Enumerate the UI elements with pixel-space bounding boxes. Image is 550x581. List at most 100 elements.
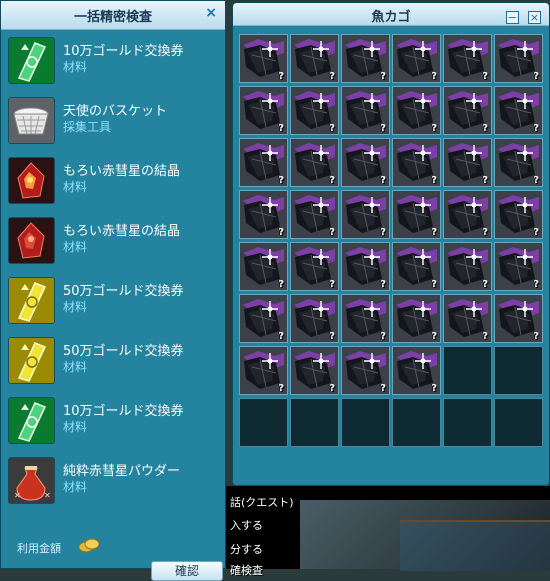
fish-slot[interactable]: ? — [341, 138, 390, 187]
unknown-mark: ? — [482, 331, 488, 342]
unknown-mark: ? — [278, 331, 284, 342]
unknown-mark: ? — [329, 71, 335, 82]
powder-pouch-icon: ✕ ✕ — [8, 457, 55, 504]
fish-slot[interactable]: ? — [494, 242, 543, 291]
fish-slot[interactable]: ? — [392, 346, 441, 395]
fish-slot[interactable]: ? — [239, 138, 288, 187]
item-category: 材料 — [63, 240, 88, 254]
fish-slot[interactable]: ? — [290, 294, 339, 343]
gold-voucher-icon — [8, 277, 55, 324]
fish-slot[interactable]: ? — [392, 86, 441, 135]
fish-slot[interactable]: ? — [239, 294, 288, 343]
fish-slot[interactable]: ? — [443, 190, 492, 239]
fish-slot[interactable]: ? — [494, 86, 543, 135]
fish-slot[interactable]: ? — [494, 34, 543, 83]
unknown-mark: ? — [380, 175, 386, 186]
item-name: 純粋赤彗星パウダー — [63, 464, 181, 479]
fish-slot[interactable]: ? — [494, 138, 543, 187]
minimize-icon[interactable]: − — [505, 11, 519, 24]
close-icon[interactable]: × — [205, 5, 217, 21]
unknown-mark: ? — [482, 71, 488, 82]
unknown-mark: ? — [431, 279, 437, 290]
fish-slot[interactable]: ? — [290, 190, 339, 239]
list-item[interactable]: 10万ゴールド交換券 材料 — [1, 397, 225, 457]
fish-slot[interactable]: ? — [392, 242, 441, 291]
fish-slot[interactable]: ? — [443, 138, 492, 187]
unknown-mark: ? — [533, 279, 539, 290]
unknown-mark: ? — [380, 383, 386, 394]
item-name: もろい赤彗星の結晶 — [63, 224, 181, 239]
fish-slot[interactable]: ? — [341, 86, 390, 135]
red-crystal-icon — [8, 157, 55, 204]
fish-slot[interactable]: ? — [341, 294, 390, 343]
empty-slot[interactable] — [239, 398, 288, 447]
fish-slot[interactable]: ? — [392, 190, 441, 239]
list-item[interactable]: 天使のバスケット 採集工具 — [1, 97, 225, 157]
window-header: 一括精密検査 × — [1, 1, 225, 30]
item-category: 採集工具 — [63, 120, 112, 134]
list-item[interactable]: もろい赤彗星の結晶 材料 — [1, 157, 225, 217]
close-icon[interactable]: × — [528, 11, 541, 24]
fish-slot[interactable]: ? — [239, 242, 288, 291]
unknown-mark: ? — [380, 331, 386, 342]
fish-slot[interactable]: ? — [290, 138, 339, 187]
unknown-mark: ? — [278, 123, 284, 134]
list-item[interactable]: 10万ゴールド交換券 材料 — [1, 37, 225, 97]
fish-slot[interactable]: ? — [290, 34, 339, 83]
item-name: 50万ゴールド交換券 — [63, 344, 184, 359]
fish-slot[interactable]: ? — [443, 294, 492, 343]
unknown-mark: ? — [329, 175, 335, 186]
fish-slot[interactable]: ? — [494, 294, 543, 343]
game-scene-floor — [400, 520, 550, 571]
item-name: 天使のバスケット — [63, 104, 168, 119]
gold-coin-icon — [78, 538, 100, 553]
empty-slot[interactable] — [341, 398, 390, 447]
fish-slot[interactable]: ? — [239, 346, 288, 395]
fish-slot[interactable]: ? — [239, 190, 288, 239]
confirm-button[interactable]: 確認 — [151, 561, 223, 581]
fish-slot[interactable]: ? — [290, 346, 339, 395]
list-item[interactable]: 50万ゴールド交換券 材料 — [1, 277, 225, 337]
fish-slot[interactable]: ? — [494, 190, 543, 239]
chat-line-1: 話(クエスト) — [230, 496, 294, 509]
fish-slot[interactable]: ? — [239, 86, 288, 135]
item-name: 50万ゴールド交換券 — [63, 284, 184, 299]
red-crystal-icon — [8, 217, 55, 264]
fish-slot[interactable]: ? — [341, 190, 390, 239]
unknown-mark: ? — [482, 227, 488, 238]
fish-slot[interactable]: ? — [392, 138, 441, 187]
fish-slot[interactable]: ? — [443, 34, 492, 83]
unknown-mark: ? — [431, 383, 437, 394]
fish-slot[interactable]: ? — [341, 242, 390, 291]
fish-slot[interactable]: ? — [341, 34, 390, 83]
empty-slot[interactable] — [392, 398, 441, 447]
fish-slot[interactable]: ? — [290, 242, 339, 291]
empty-slot[interactable] — [494, 398, 543, 447]
unknown-mark: ? — [278, 383, 284, 394]
fish-slot[interactable]: ? — [392, 34, 441, 83]
fish-slot[interactable]: ? — [443, 242, 492, 291]
unknown-mark: ? — [431, 123, 437, 134]
list-item[interactable]: 50万ゴールド交換券 材料 — [1, 337, 225, 397]
item-category: 材料 — [63, 300, 88, 314]
empty-slot[interactable] — [443, 346, 492, 395]
fish-slot[interactable]: ? — [239, 34, 288, 83]
list-item[interactable]: ✕ ✕ 純粋赤彗星パウダー 材料 — [1, 457, 225, 517]
unknown-mark: ? — [533, 123, 539, 134]
gold-voucher-icon — [8, 37, 55, 84]
unknown-mark: ? — [329, 331, 335, 342]
chat-line-3: 分する — [230, 543, 263, 556]
basket-icon — [8, 97, 55, 144]
fish-slot[interactable]: ? — [443, 86, 492, 135]
fish-slot[interactable]: ? — [341, 346, 390, 395]
empty-slot[interactable] — [443, 398, 492, 447]
unknown-mark: ? — [380, 227, 386, 238]
list-item[interactable]: もろい赤彗星の結晶 材料 — [1, 217, 225, 277]
bulk-inspection-window: 一括精密検査 × 10万ゴールド交換券 材料 天使のバスケット 採集工具 もろい… — [0, 0, 226, 581]
unknown-mark: ? — [431, 175, 437, 186]
inventory-grid: ???????????????????????????????????????? — [239, 34, 543, 447]
empty-slot[interactable] — [494, 346, 543, 395]
fish-slot[interactable]: ? — [290, 86, 339, 135]
empty-slot[interactable] — [290, 398, 339, 447]
fish-slot[interactable]: ? — [392, 294, 441, 343]
